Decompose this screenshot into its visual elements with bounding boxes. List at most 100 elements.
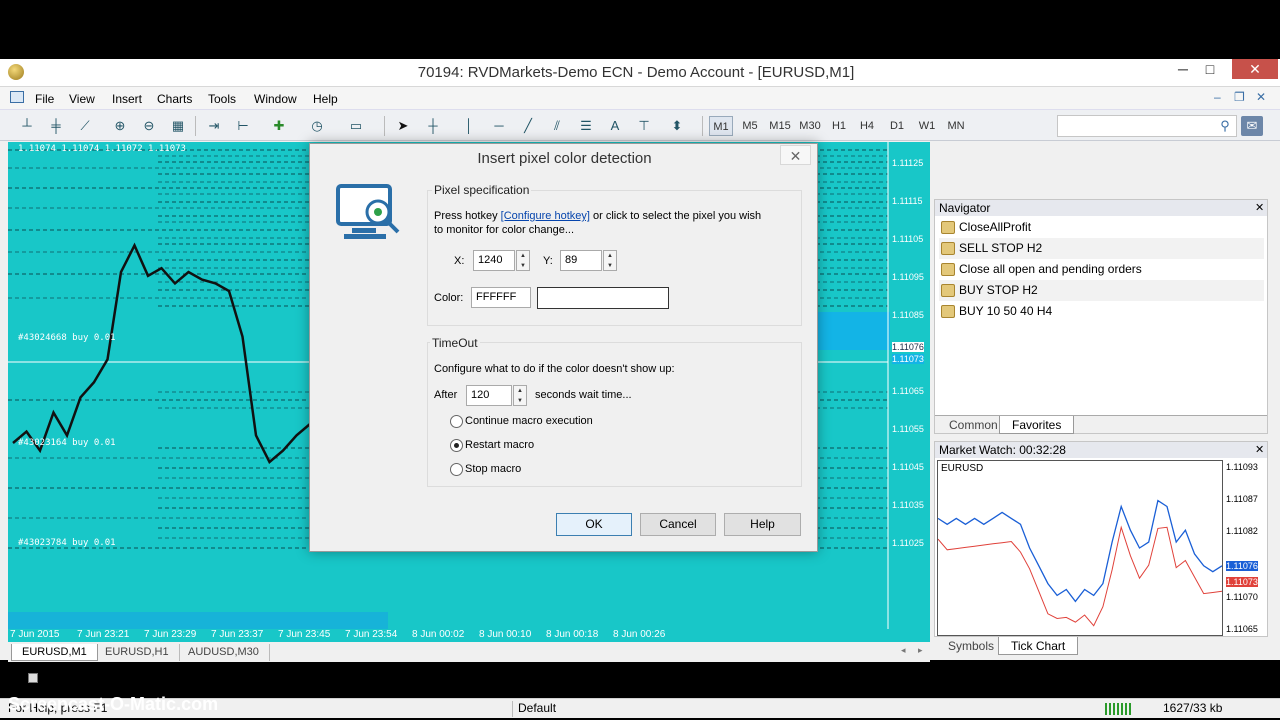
tick-price-axis: 1.11093 1.11087 1.11082 1.11076 1.11073 1.110… — [1223, 460, 1267, 636]
tile-windows-icon[interactable]: ▦ — [167, 116, 189, 136]
vertical-line-icon[interactable]: │ — [458, 116, 480, 136]
stop-macro-label[interactable]: Stop macro — [465, 463, 521, 475]
continue-macro-label[interactable]: Continue macro execution — [465, 415, 593, 427]
zoom-in-icon[interactable]: ⊕ — [109, 116, 131, 136]
menu-tools[interactable]: Tools — [208, 92, 236, 106]
close-button[interactable]: ✕ — [1232, 59, 1278, 79]
candlestick-icon[interactable]: ╪ — [45, 116, 67, 136]
navigator-item[interactable]: Close all open and pending orders — [939, 259, 1264, 280]
help-button[interactable]: Help — [724, 513, 801, 536]
navigator-close-icon[interactable]: ✕ — [1255, 201, 1264, 214]
navigator-panel: Navigator ✕ CloseAllProfit SELL STOP H2 … — [934, 199, 1268, 434]
community-icon[interactable]: ✉ — [1241, 116, 1263, 136]
time-label: 8 Jun 00:02 — [412, 629, 465, 640]
menu-insert[interactable]: Insert — [112, 92, 142, 106]
title-bar: 70194: RVDMarkets-Demo ECN - Demo Accoun… — [0, 59, 1280, 87]
fibonacci-icon[interactable]: ☰ — [575, 116, 597, 136]
zoom-out-icon[interactable]: ⊖ — [138, 116, 160, 136]
equidistant-channel-icon[interactable]: ⫽ — [546, 116, 568, 136]
timeframe-m1[interactable]: M1 — [709, 116, 733, 136]
restart-macro-label[interactable]: Restart macro — [465, 439, 534, 451]
terminal-close-icon[interactable]: ✕ — [12, 670, 21, 683]
text-label-icon[interactable]: ⊤ — [633, 116, 655, 136]
deal-label: #43023164 buy 0.01 — [18, 438, 116, 448]
ok-button[interactable]: OK — [556, 513, 632, 536]
chart-tab-eurusd-h1[interactable]: EURUSD,H1 — [95, 644, 180, 661]
navigator-item-label: Close all open and pending orders — [959, 262, 1142, 276]
tick-price-label: 1.11073 — [1226, 577, 1258, 587]
market-watch-close-icon[interactable]: ✕ — [1255, 443, 1264, 456]
price-axis: 1.11125 1.11115 1.11105 1.11095 1.11085 1.110… — [890, 142, 930, 629]
tab-symbols[interactable]: Symbols — [936, 637, 1006, 655]
stop-macro-radio[interactable] — [450, 463, 463, 476]
mdi-minimize-button[interactable]: – — [1214, 90, 1221, 104]
timeframe-w1[interactable]: W1 — [916, 116, 938, 136]
profile-name: Default — [518, 701, 557, 715]
dialog-close-button[interactable]: ✕ — [780, 145, 811, 165]
y-spinner[interactable]: ▲ ▼ — [603, 250, 617, 271]
x-spinner[interactable]: ▲ ▼ — [516, 250, 530, 271]
timeframe-m15[interactable]: M15 — [766, 116, 794, 136]
menu-help[interactable]: Help — [313, 92, 338, 106]
menu-window[interactable]: Window — [254, 92, 297, 106]
chart-tab-audusd-m30[interactable]: AUDUSD,M30 — [178, 644, 270, 661]
timeframe-m30[interactable]: M30 — [796, 116, 824, 136]
search-icon[interactable]: ⚲ — [1214, 116, 1236, 136]
configure-hotkey-link[interactable]: [Configure hotkey] — [501, 210, 590, 222]
mdi-restore-button[interactable]: ❐ — [1234, 90, 1245, 104]
color-hex-input[interactable]: FFFFFF — [471, 287, 531, 308]
crosshair-icon[interactable]: ┼ — [422, 116, 444, 136]
connection-icon — [1105, 703, 1131, 715]
text-tool-icon[interactable]: A — [604, 116, 626, 136]
maximize-button[interactable]: □ — [1193, 59, 1227, 79]
cancel-button[interactable]: Cancel — [640, 513, 716, 536]
navigator-item[interactable]: BUY 10 50 40 H4 — [939, 301, 1264, 322]
periods-icon[interactable]: ◷ — [306, 116, 328, 136]
continue-macro-radio[interactable] — [450, 415, 463, 428]
indicators-icon[interactable]: ✚ — [268, 116, 290, 136]
navigator-item[interactable]: SELL STOP H2 — [939, 238, 1264, 259]
timeframe-h1[interactable]: H1 — [828, 116, 850, 136]
tab-scroll-left-icon[interactable]: ◂ — [901, 645, 906, 656]
templates-icon[interactable]: ▭ — [345, 116, 367, 136]
line-chart-icon[interactable]: ⟋ — [74, 116, 96, 136]
menu-view[interactable]: View — [69, 92, 95, 106]
menu-file[interactable]: File — [35, 92, 54, 106]
timeout-spinner[interactable]: ▲ ▼ — [513, 385, 527, 406]
trendline-icon[interactable]: ╱ — [517, 116, 539, 136]
mdi-close-button[interactable]: ✕ — [1256, 90, 1266, 104]
navigator-item-label: SELL STOP H2 — [959, 241, 1043, 255]
timeframe-d1[interactable]: D1 — [886, 116, 908, 136]
cursor-icon[interactable]: ➤ — [392, 116, 414, 136]
search-input[interactable] — [1057, 115, 1237, 137]
tick-symbol: EURUSD — [941, 463, 984, 474]
y-input[interactable]: 89 — [560, 250, 602, 271]
navigator-item[interactable]: CloseAllProfit — [939, 217, 1264, 238]
chart-icon — [10, 91, 24, 103]
price-label: 1.11055 — [892, 424, 924, 434]
timeout-seconds-input[interactable]: 120 — [466, 385, 512, 406]
tab-scroll-right-icon[interactable]: ▸ — [918, 645, 923, 656]
horizontal-line-icon[interactable]: ─ — [488, 116, 510, 136]
navigator-item[interactable]: BUY STOP H2 — [939, 280, 1264, 301]
bar-chart-icon[interactable]: ┴ — [16, 116, 38, 136]
script-icon — [941, 242, 955, 255]
chart-shift-icon[interactable]: ⊢ — [232, 116, 254, 136]
price-label: 1.11105 — [892, 234, 924, 244]
timeframe-m5[interactable]: M5 — [738, 116, 762, 136]
timeframe-mn[interactable]: MN — [944, 116, 968, 136]
chart-tab-eurusd-m1[interactable]: EURUSD,M1 — [11, 644, 98, 661]
instructions-text: to monitor for color change... — [434, 224, 575, 236]
time-label: 7 Jun 23:54 — [345, 629, 398, 640]
tab-favorites[interactable]: Favorites — [999, 416, 1075, 434]
deal-label: #43023784 buy 0.01 — [18, 538, 116, 548]
tab-tick-chart[interactable]: Tick Chart — [998, 637, 1079, 655]
toolbar-separator — [384, 116, 385, 136]
time-label: 7 Jun 23:21 — [77, 629, 130, 640]
x-input[interactable]: 1240 — [473, 250, 515, 271]
timeframe-h4[interactable]: H4 — [856, 116, 878, 136]
menu-charts[interactable]: Charts — [157, 92, 192, 106]
restart-macro-radio[interactable] — [450, 439, 463, 452]
arrows-icon[interactable]: ⬍ — [666, 116, 688, 136]
autoscroll-icon[interactable]: ⇥ — [203, 116, 225, 136]
